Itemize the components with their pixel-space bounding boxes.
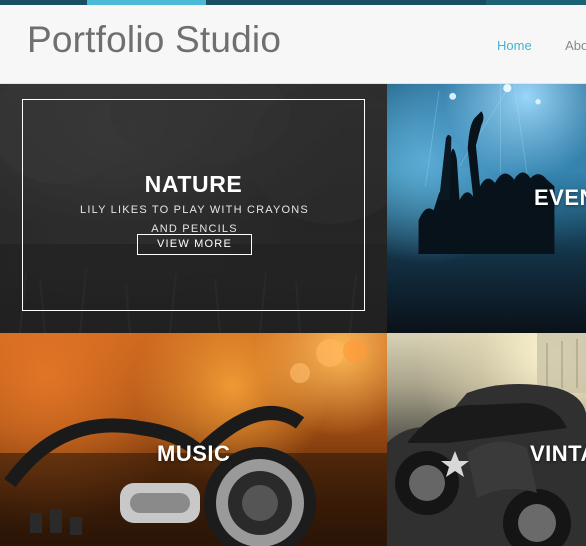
tile-title: MUSIC bbox=[157, 441, 231, 466]
tile-title: NATURE bbox=[144, 171, 243, 197]
tile-caption-frame: NATURE LILY LIKES TO PLAY WITH CRAYONS A… bbox=[22, 99, 365, 311]
portfolio-tile-events[interactable]: EVEN bbox=[387, 84, 586, 333]
tile-title: EVEN bbox=[534, 185, 586, 210]
main-nav: Home Abou bbox=[497, 37, 586, 55]
view-more-button[interactable]: VIEW MORE bbox=[137, 234, 252, 255]
tile-title: VINTA bbox=[530, 441, 586, 466]
nav-item-home[interactable]: Home bbox=[497, 38, 532, 53]
portfolio-tile-vintage[interactable]: VINTA bbox=[387, 333, 586, 546]
portfolio-tile-music[interactable]: MUSIC bbox=[0, 333, 387, 546]
music-background-image bbox=[0, 339, 387, 546]
vintage-background-image bbox=[387, 333, 586, 546]
portfolio-tile-nature[interactable]: NATURE LILY LIKES TO PLAY WITH CRAYONS A… bbox=[0, 84, 387, 333]
site-header: Portfolio Studio Home Abou bbox=[0, 5, 586, 84]
nav-item-about[interactable]: Abou bbox=[565, 38, 586, 53]
site-brand[interactable]: Portfolio Studio bbox=[27, 19, 281, 61]
events-background-image bbox=[418, 84, 555, 254]
